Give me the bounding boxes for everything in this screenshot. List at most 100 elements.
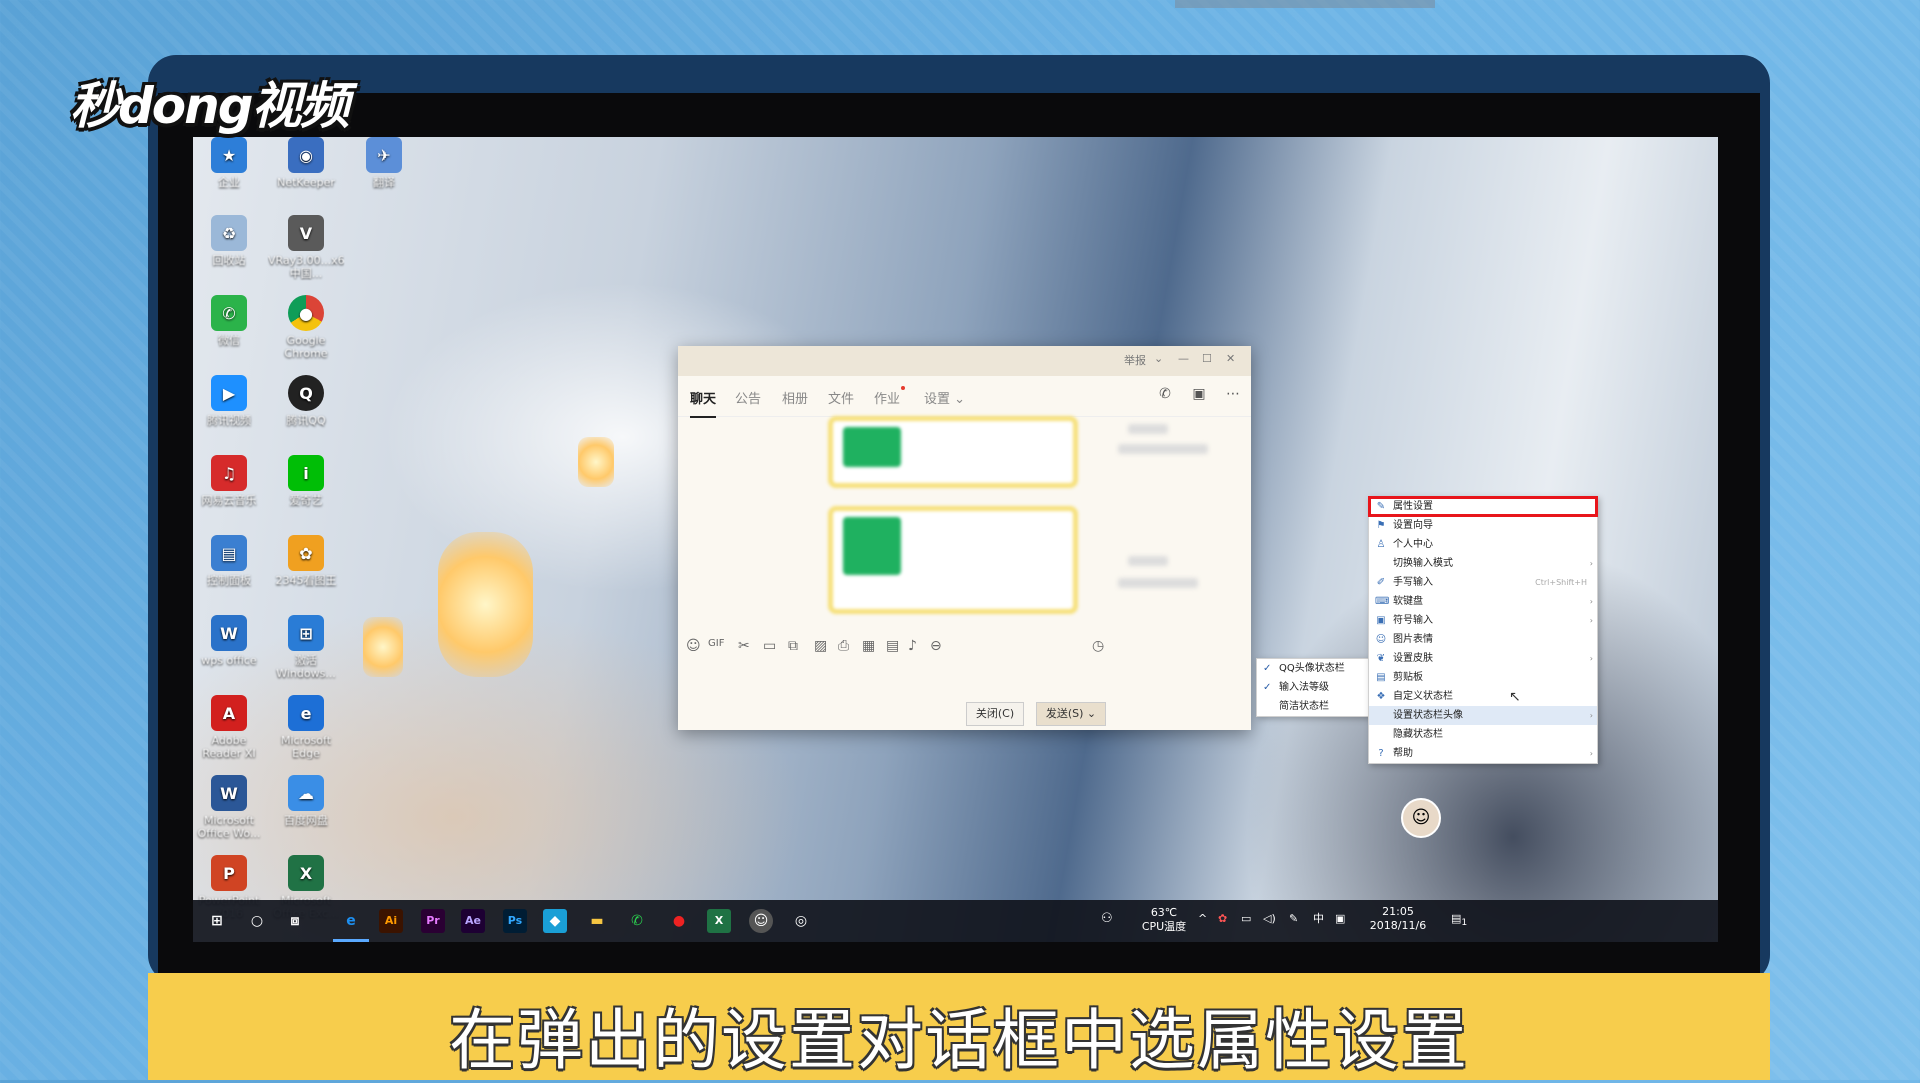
cortana-icon[interactable]: ○ [245,909,269,933]
app-icon[interactable]: ◆ [543,909,567,933]
gif-icon[interactable]: GIF [708,638,724,649]
chevron-down-icon[interactable]: ⌄ [1154,352,1163,365]
image-icon[interactable]: ▨ [814,638,827,654]
task-view-icon[interactable]: ⧈ [283,909,307,933]
submenu-item[interactable]: ✓ 输入法等级 [1257,678,1369,697]
desktop-icon[interactable]: i 爱奇艺 [268,455,344,520]
desktop-icon[interactable]: ♫ 网易云音乐 [193,455,267,520]
more-icon[interactable]: ⋯ [1224,386,1242,404]
excel-icon[interactable]: X [707,909,731,933]
close-icon[interactable]: ✕ [1226,352,1235,365]
menu-item-wizard[interactable]: ⚑ 设置向导 [1369,516,1597,535]
ime-mode-icon[interactable]: ▣ [1335,912,1345,926]
close-button[interactable]: 关闭(C) [966,702,1024,726]
submenu-item[interactable]: 简洁状态栏 [1257,697,1369,716]
phone-icon[interactable]: ✆ [1156,386,1174,404]
maximize-icon[interactable]: ☐ [1202,352,1212,365]
vray-icon: V [288,215,324,251]
clock[interactable]: 21:05 2018/11/6 [1363,905,1433,933]
tab-chat[interactable]: 聊天 [690,388,717,418]
ime-avatar[interactable]: ☺ [1401,798,1441,838]
menu-item-handwriting[interactable]: ✐ 手写输入 Ctrl+Shift+H [1369,573,1597,592]
battery-icon[interactable]: ▭ [1241,912,1251,926]
lantern [578,437,614,487]
screenshot-icon[interactable]: ⧉ [788,638,798,654]
tab-settings[interactable]: 设置 ⌄ [924,388,965,407]
calendar-icon[interactable]: ▤ [886,638,899,654]
edge-icon[interactable]: e [339,909,363,933]
windows-start-icon[interactable]: ⊞ [205,909,229,933]
desktop-icon[interactable]: A Adobe Reader XI [193,695,267,760]
send-button[interactable]: 发送(S) ⌄ [1036,702,1106,726]
menu-item-skin[interactable]: ❦ 设置皮肤 › [1369,649,1597,668]
menu-item-statusbar-avatar[interactable]: 设置状态栏头像 › [1369,706,1597,725]
record-icon[interactable]: ● [667,909,691,933]
desktop-icon[interactable]: ✈ 翻译 [346,137,422,202]
cpu-temp-value: 63℃ [1150,906,1178,919]
desktop-icon[interactable]: ⊞ 激活 Windows... [268,615,344,680]
desktop-icon[interactable]: ▶ 腾讯视频 [193,375,267,440]
menu-item-label: 设置状态栏头像 [1393,710,1463,721]
menu-item-clipboard[interactable]: ▤ 剪贴板 [1369,668,1597,687]
qq-penguin-icon: Q [288,375,324,411]
blurred-text [1118,578,1198,588]
desktop-icon[interactable]: Wwps office [193,615,267,680]
report-link[interactable]: 举报 [1124,352,1146,368]
menu-item-properties[interactable]: ✎ 属性设置 [1368,496,1598,517]
person-icon[interactable]: ⚇ [1101,912,1113,926]
scissors-icon[interactable]: ✂ [738,638,750,654]
minimize-icon[interactable]: — [1178,352,1189,365]
photoshop-icon[interactable]: Ps [503,909,527,933]
more-circle-icon[interactable]: ⊖ [930,638,942,654]
desktop-icon[interactable]: ✆ 微信 [193,295,267,360]
volume-icon[interactable]: ◁) [1263,912,1276,926]
window-titlebar: 举报 ⌄ — ☐ ✕ [678,346,1251,376]
tab-files[interactable]: 文件 [828,388,854,407]
illustrator-icon[interactable]: Ai [379,909,403,933]
chevron-up-icon[interactable]: ^ [1198,912,1207,926]
desktop-icon[interactable]: ★ 企业 [193,137,267,202]
print-icon[interactable]: ⎙ [838,638,849,654]
camera-icon[interactable]: ◎ [789,909,813,933]
tab-announcement[interactable]: 公告 [735,388,761,407]
folder-icon[interactable]: ▭ [763,638,776,654]
desktop-icon[interactable]: e Microsoft Edge [268,695,344,760]
desktop-icon[interactable]: Q 腾讯QQ [268,375,344,440]
file-explorer-icon[interactable]: ▬ [585,909,609,933]
premiere-icon[interactable]: Pr [421,909,445,933]
desktop-icon[interactable]: ▤ 控制面板 [193,535,267,600]
tray-app-icon[interactable]: ✿ [1218,912,1227,926]
desktop-icon[interactable]: ◉ NetKeeper [268,137,344,202]
symbol-icon: ▣ [1376,615,1386,626]
desktop-icon[interactable]: ● Google Chrome [268,295,344,360]
menu-item-help[interactable]: ? 帮助 › [1369,744,1597,763]
notification-icon[interactable]: ▤1 [1451,912,1467,930]
menu-item-emoji[interactable]: ☺ 图片表情 [1369,630,1597,649]
pen-icon[interactable]: ✎ [1289,912,1298,926]
desktop-icon[interactable]: W Microsoft Office Wo... [193,775,267,840]
bell-icon[interactable]: ♪ [908,638,917,654]
cpu-temp[interactable]: 63℃ CPU温度 [1138,906,1190,934]
menu-item-switch-mode[interactable]: 切换输入模式 › [1369,554,1597,573]
menu-item-personal-center[interactable]: ♙ 个人中心 [1369,535,1597,554]
message-icon[interactable]: ▣ [1190,386,1208,404]
clock-time: 21:05 [1382,905,1414,918]
gift-icon[interactable]: ▦ [862,638,875,654]
desktop-icon[interactable]: ☁ 百度网盘 [268,775,344,840]
desktop-icon[interactable]: ✿ 2345看图王 [268,535,344,600]
ime-indicator[interactable]: 中 [1313,912,1324,926]
emoji-icon[interactable]: ☺ [686,638,701,654]
qq-icon[interactable]: ☺ [749,909,773,933]
history-icon[interactable]: ◷ [1092,638,1104,654]
desktop-icon[interactable]: ♻ 回收站 [193,215,267,280]
menu-item-hide-statusbar[interactable]: 隐藏状态栏 [1369,725,1597,744]
tab-homework[interactable]: 作业 [874,386,906,407]
after-effects-icon[interactable]: Ae [461,909,485,933]
menu-item-custom-statusbar[interactable]: ❖ 自定义状态栏 [1369,687,1597,706]
menu-item-soft-keyboard[interactable]: ⌨ 软键盘 › [1369,592,1597,611]
menu-item-symbols[interactable]: ▣ 符号输入 › [1369,611,1597,630]
wechat-icon[interactable]: ✆ [625,909,649,933]
submenu-item[interactable]: ✓ QQ头像状态栏 [1257,659,1369,678]
tab-album[interactable]: 相册 [782,388,808,407]
desktop-icon[interactable]: V VRay3.00...x64 中国... [268,215,344,280]
